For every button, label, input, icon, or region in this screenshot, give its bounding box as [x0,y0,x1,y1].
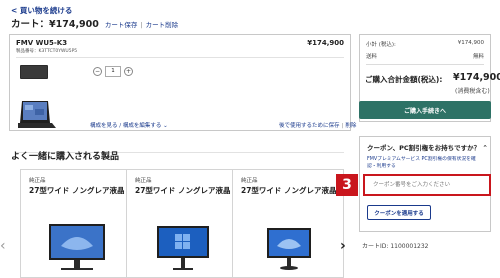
carousel-next-icon[interactable]: › [340,238,346,254]
coupon-heading[interactable]: クーポン、PC割引権をお持ちですか？ ⌃ [367,142,488,152]
apply-coupon-button[interactable]: クーポンを適用する [367,205,431,220]
recommended-heading: よく一緒に購入される製品 [11,152,120,162]
cart-title: カート：¥174,900 [11,19,99,30]
coupon-code-input[interactable] [363,174,491,196]
save-cart-link[interactable]: カート保存 [105,21,138,29]
cart-id: カートID: 1100001232 [362,243,429,250]
product-price: ¥174,900 [307,39,344,47]
product-card: FMV WU5-K3 製品番号：K3TTCT0YWU5P5 ¥174,900 −… [9,34,351,153]
divider [366,64,484,65]
product-code: 製品番号：K3TTCT0YWU5P5 [16,49,78,54]
monitor-image [49,224,105,270]
recommended-product-name: 27型ワイド ノングレア液晶 [241,186,337,195]
monitor-image [267,228,311,270]
delete-cart-link[interactable]: カート削除 [146,21,179,29]
product-card-recommended[interactable]: 純正品 27型ワイド ノングレア液晶 [126,169,238,278]
separator: | [341,123,344,129]
recommended-product-name: 27型ワイド ノングレア液晶 [29,186,125,195]
total-value: ¥174,900 [453,72,500,83]
recommended-product-name: 27型ワイド ノングレア液晶 [135,186,231,195]
save-for-later-link[interactable]: 後で使用するために保存 [279,123,340,129]
genuine-badge: 純正品 [241,178,258,184]
delete-product-link[interactable]: 削除 [345,123,356,129]
cart-actions: カート保存 | カート削除 [105,19,178,29]
subtotal-label: 小計 (税込): [366,42,396,48]
step-number-badge: 3 [336,174,358,196]
subtotal-row: 小計 (税込): ¥174,900 [366,40,484,48]
genuine-badge: 純正品 [29,178,46,184]
tax-note: (消費税含む) [455,88,490,95]
view-config-link[interactable]: 構成を見る / 構成を編集する ⌄ [90,121,168,129]
shipping-label: 送料 [366,54,378,60]
carousel-prev-icon[interactable]: ‹ [0,238,6,254]
divider [16,57,344,58]
product-name: FMV WU5-K3 [16,39,68,47]
separator: | [140,21,143,29]
quantity-input[interactable]: 1 [105,66,121,77]
checkout-button[interactable]: ご購入手続きへ [359,101,491,119]
genuine-badge: 純正品 [135,178,152,184]
product-actions: 後で使用するために保存 | 削除 [279,121,356,129]
subtotal-value: ¥174,900 [457,40,484,46]
shipping-row: 送料 無料 [366,52,484,60]
total-label: ご購入合計金額(税込): [365,75,443,84]
product-card-recommended[interactable]: 純正品 27型ワイド ノングレア液晶 [232,169,344,278]
laptop-image [18,65,56,128]
plus-icon[interactable]: + [124,67,133,76]
minus-icon[interactable]: − [93,67,102,76]
monitor-image [157,226,209,270]
continue-shopping-link[interactable]: < 買い物を続ける [11,5,72,16]
product-card-recommended[interactable]: 純正品 27型ワイド ノングレア液晶 [20,169,132,278]
fmv-discount-link[interactable]: FMVプレミアムサービス PC割引権の保有状況を確認・利用する [367,156,485,170]
shipping-value: 無料 [472,54,484,60]
cart-heading: カート：¥174,900 カート保存 | カート削除 [11,16,178,30]
quantity-stepper: − 1 + [93,66,133,77]
